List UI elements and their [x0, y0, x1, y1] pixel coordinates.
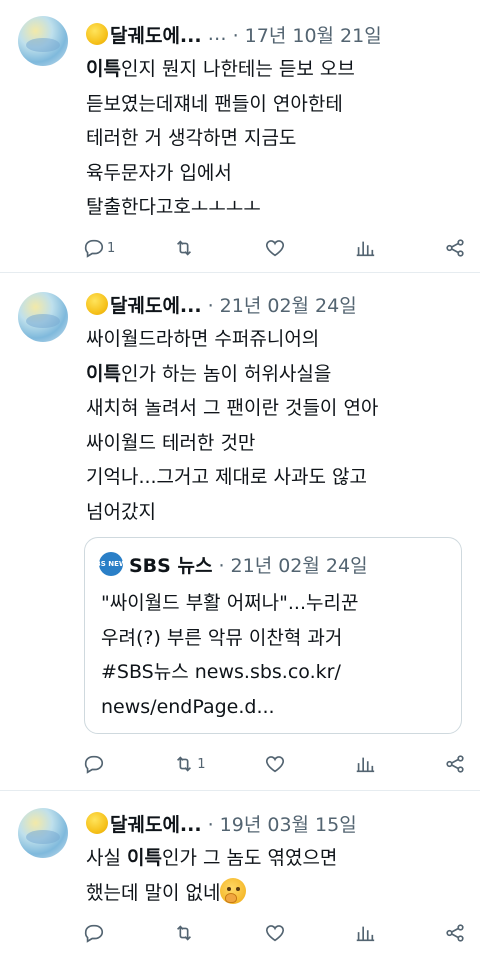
tweet-line: 넘어갔지	[86, 500, 156, 523]
tweet-line: 육두문자가 입에서	[86, 161, 232, 184]
tweet-date[interactable]: · 19년 03월 15일	[208, 810, 357, 837]
tweet[interactable]: 달궤도에... · 21년 02월 24일 싸이월드라하면 수퍼쥬니어의 이특인…	[0, 273, 480, 791]
avatar[interactable]	[18, 16, 68, 66]
tweet-line: 사실 이특인가 그 놈도 엮였으면	[86, 847, 338, 869]
tweet-date[interactable]: · 21년 02월 24일	[208, 291, 357, 318]
display-name[interactable]: 달궤도에...	[110, 810, 202, 837]
thinking-face-icon	[220, 877, 247, 904]
reply-button[interactable]	[83, 753, 143, 775]
display-name[interactable]: 달궤도에...	[110, 21, 202, 48]
tweet-text: 사실 이특인가 그 놈도 엮였으면 했는데 말이 없네	[86, 841, 464, 910]
share-button[interactable]	[444, 922, 466, 944]
reply-icon	[84, 755, 104, 774]
retweet-icon	[177, 756, 192, 772]
share-button[interactable]	[444, 237, 466, 259]
avatar[interactable]	[18, 808, 68, 858]
tweet-header: 달궤도에... … · 17년 10월 21일	[86, 20, 470, 48]
tweet-line: 했는데 말이 없네	[86, 876, 464, 911]
sun-emoji-icon	[86, 23, 108, 45]
reply-icon	[84, 239, 104, 258]
share-icon	[446, 924, 464, 942]
tweet[interactable]: 달궤도에... · 19년 03월 15일 사실 이특인가 그 놈도 엮였으면 …	[0, 791, 480, 957]
retweet-button[interactable]: 1	[173, 753, 233, 775]
bar-chart-icon	[356, 241, 374, 257]
tweet-date[interactable]: · 17년 10월 21일	[233, 21, 382, 48]
action-bar	[83, 918, 466, 948]
bar-chart-icon	[356, 926, 374, 942]
tweet-header: 달궤도에... · 21년 02월 24일	[86, 290, 470, 318]
views-button[interactable]	[354, 922, 414, 944]
sun-emoji-icon	[86, 293, 108, 315]
sun-emoji-icon	[86, 812, 108, 834]
tweet-line: 탈출한다고호ㅗㅗㅗㅗ	[86, 196, 261, 218]
quote-date: · 21년 02월 24일	[218, 554, 368, 577]
sbs-news-logo-icon: SBS NEWS	[90, 552, 132, 576]
quote-line: "싸이월드 부활 어쩌나"...누리꾼	[101, 592, 359, 614]
heart-icon	[265, 240, 284, 257]
heart-icon	[265, 925, 284, 942]
share-icon	[446, 755, 464, 773]
quote-text: "싸이월드 부활 어쩌나"...누리꾼 우려(?) 부른 악뮤 이찬혁 과거 #…	[101, 586, 451, 724]
retweet-button[interactable]	[173, 237, 233, 259]
tweet-line: 싸이월드 테러한 것만	[86, 431, 256, 454]
retweet-icon	[177, 925, 192, 941]
quote-line: news/endPage.d...	[101, 695, 275, 718]
tweet-line: 싸이월드라하면 수퍼쥬니어의	[86, 328, 320, 350]
share-button[interactable]	[444, 753, 466, 775]
tweet-line: 이특인지 뭔지 나한테는 듣보 오브	[86, 58, 355, 80]
tweet-line: 이특인가 하는 놈이 허위사실을	[86, 362, 332, 385]
quote-source-name: SBS 뉴스	[129, 554, 213, 577]
tweet-line: 듣보였는데쟤네 팬들이 연아한테	[86, 92, 343, 115]
avatar[interactable]	[18, 292, 68, 342]
retweet-icon	[177, 240, 192, 256]
tweet-text: 싸이월드라하면 수퍼쥬니어의 이특인가 하는 놈이 허위사실을 새치혀 놀려서 …	[86, 322, 464, 529]
ellipsis: …	[207, 23, 227, 45]
tweet-line: 새치혀 놀려서 그 팬이란 것들이 연아	[86, 397, 379, 419]
views-button[interactable]	[354, 237, 414, 259]
tweet-text: 이특인지 뭔지 나한테는 듣보 오브 듣보였는데쟤네 팬들이 연아한테 테러한 …	[86, 52, 464, 225]
tweet-header: 달궤도에... · 19년 03월 15일	[86, 809, 470, 837]
tweet-line: 기억나...그거고 제대로 사과도 않고	[86, 466, 367, 488]
reply-button[interactable]: 1	[83, 237, 143, 259]
like-button[interactable]	[264, 753, 324, 775]
heart-icon	[265, 756, 284, 773]
quote-line: #SBS뉴스 news.sbs.co.kr/	[101, 661, 341, 683]
action-bar: 1	[83, 233, 466, 263]
reply-count: 1	[107, 240, 116, 256]
bar-chart-icon	[356, 757, 374, 773]
tweet[interactable]: 달궤도에... … · 17년 10월 21일 이특인지 뭔지 나한테는 듣보 …	[0, 0, 480, 273]
quoted-tweet-card[interactable]: SBS NEWS SBS 뉴스 · 21년 02월 24일 "싸이월드 부활 어…	[84, 537, 462, 734]
share-icon	[446, 239, 464, 257]
views-button[interactable]	[354, 753, 414, 775]
reply-button[interactable]	[83, 922, 143, 944]
like-button[interactable]	[264, 922, 324, 944]
retweet-count: 1	[197, 756, 206, 772]
reply-icon	[84, 924, 104, 943]
like-button[interactable]	[264, 237, 324, 259]
retweet-button[interactable]	[173, 922, 233, 944]
display-name[interactable]: 달궤도에...	[110, 291, 202, 318]
quote-header: SBS NEWS SBS 뉴스 · 21년 02월 24일	[90, 550, 368, 578]
quote-line: 우려(?) 부른 악뮤 이찬혁 과거	[101, 626, 343, 649]
tweet-line: 테러한 거 생각하면 지금도	[86, 127, 297, 149]
action-bar: 1	[83, 749, 466, 779]
